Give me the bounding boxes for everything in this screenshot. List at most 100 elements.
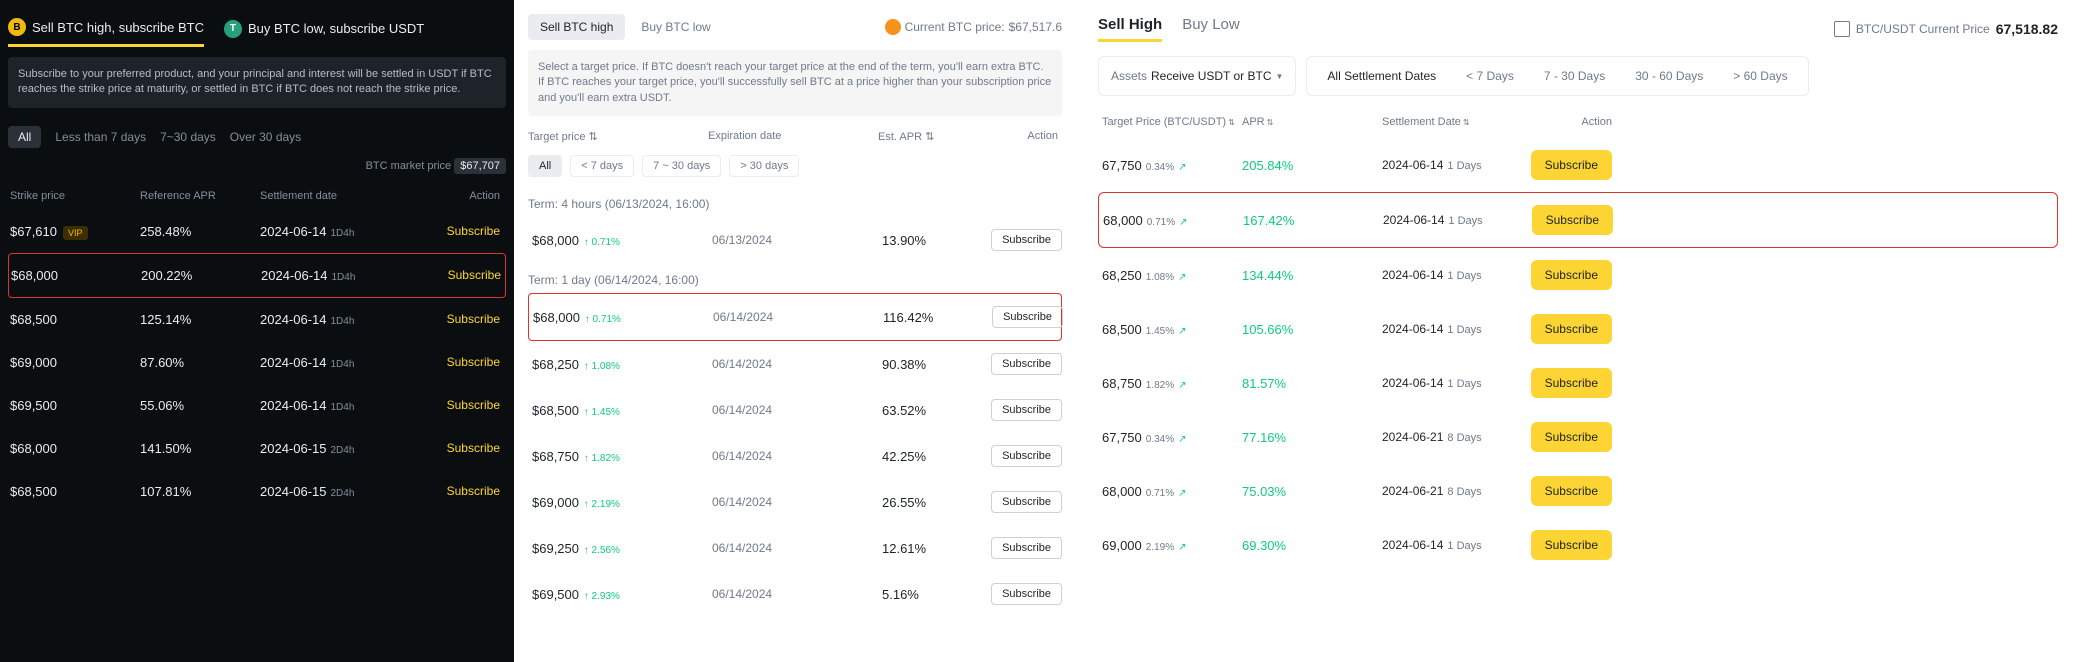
settlement-date: 2024-06-152D4h — [260, 441, 410, 456]
table-row: $68,500 ↑ 1.45% 06/14/2024 63.52% Subscr… — [528, 387, 1062, 433]
subscribe-button[interactable]: Subscribe — [410, 224, 500, 238]
target-price: $68,000 ↑ 0.71% — [533, 310, 713, 325]
days: 1 Days — [1447, 160, 1481, 172]
target-price: $68,500 ↑ 1.45% — [532, 403, 712, 418]
subscribe-button[interactable]: Subscribe — [410, 398, 500, 412]
apr-value: 81.57% — [1242, 376, 1382, 391]
subscribe-button[interactable]: Subscribe — [411, 268, 501, 282]
filter-item[interactable]: < 7 days — [570, 155, 634, 177]
delta: ↑ 0.71% — [582, 314, 621, 325]
apr-value: 69.30% — [1242, 538, 1382, 553]
subscribe-button[interactable]: Subscribe — [1531, 150, 1612, 180]
filter-item[interactable]: 7~30 days — [160, 130, 216, 144]
subscribe-button[interactable]: Subscribe — [1531, 530, 1612, 560]
col-target[interactable]: Target Price (BTC/USDT)⇅ — [1102, 116, 1242, 128]
settlement-filter[interactable]: < 7 Days — [1458, 63, 1522, 89]
col-apr[interactable]: Est. APR ⇅ — [878, 130, 988, 143]
table-row: $68,500 107.81% 2024-06-152D4h Subscribe — [8, 470, 506, 513]
calculator-icon[interactable] — [1834, 21, 1850, 37]
filter-item[interactable]: Over 30 days — [230, 130, 301, 144]
duration: 1D4h — [331, 316, 355, 327]
subscribe-button[interactable]: Subscribe — [410, 355, 500, 369]
subscribe-button[interactable]: Subscribe — [991, 445, 1062, 467]
apr-value: 107.81% — [140, 484, 260, 499]
tab[interactable]: Sell High — [1098, 16, 1162, 42]
mode-tab[interactable]: BSell BTC high, subscribe BTC — [8, 18, 204, 47]
up-arrow-icon: ↗ — [1178, 380, 1186, 391]
price-value: 67,518.82 — [1996, 21, 2058, 37]
up-arrow-icon: ↗ — [1178, 434, 1186, 445]
target-price: 68,0000.71%↗ — [1102, 484, 1242, 499]
settlement-date: 2024-06-141D4h — [260, 398, 410, 413]
days: 1 Days — [1447, 324, 1481, 336]
strike-price: $68,500 — [10, 484, 140, 499]
subscribe-button[interactable]: Subscribe — [991, 399, 1062, 421]
delta: ↑ 2.93% — [581, 591, 620, 602]
col-apr[interactable]: APR⇅ — [1242, 116, 1382, 128]
subscribe-button[interactable]: Subscribe — [991, 353, 1062, 375]
settlement-filter[interactable]: 30 - 60 Days — [1627, 63, 1711, 89]
subscribe-button[interactable]: Subscribe — [1531, 314, 1612, 344]
price-label: Current BTC price: — [905, 20, 1005, 34]
strike-price: $68,000 — [10, 441, 140, 456]
coin-icon: B — [8, 18, 26, 36]
receive-label: Receive USDT or BTC — [1151, 69, 1271, 83]
target-price: $69,250 ↑ 2.56% — [532, 541, 712, 556]
subscribe-button[interactable]: Subscribe — [991, 583, 1062, 605]
strike-price: $69,500 — [10, 398, 140, 413]
top-tab[interactable]: Sell BTC high — [528, 14, 625, 40]
subscribe-button[interactable]: Subscribe — [1532, 205, 1613, 235]
subscribe-button[interactable]: Subscribe — [991, 537, 1062, 559]
table-row: $68,500 125.14% 2024-06-141D4h Subscribe — [8, 298, 506, 341]
filter-item[interactable]: 7 ~ 30 days — [642, 155, 721, 177]
table-header: Target price ⇅ Expiration date Est. APR … — [528, 124, 1062, 149]
delta: ↑ 1.82% — [581, 453, 620, 464]
col-settle[interactable]: Settlement Date⇅ — [1382, 116, 1562, 128]
delta: ↑ 2.19% — [581, 499, 620, 510]
coin-icon: T — [224, 20, 242, 38]
tab[interactable]: Buy Low — [1182, 16, 1240, 42]
table-row: 69,0002.19%↗ 69.30% 2024-06-141 Days Sub… — [1098, 518, 2058, 572]
description-box: Subscribe to your preferred product, and… — [8, 57, 506, 108]
delta: 0.34% — [1146, 162, 1174, 173]
subscribe-button[interactable]: Subscribe — [410, 312, 500, 326]
subscribe-button[interactable]: Subscribe — [1531, 260, 1612, 290]
table-row: $69,500 55.06% 2024-06-141D4h Subscribe — [8, 384, 506, 427]
chevron-down-icon: ▼ — [1276, 72, 1284, 81]
subscribe-button[interactable]: Subscribe — [410, 484, 500, 498]
subscribe-button[interactable]: Subscribe — [991, 229, 1062, 251]
apr-value: 26.55% — [882, 495, 992, 510]
col-action: Action — [410, 190, 500, 202]
target-price: 68,2501.08%↗ — [1102, 268, 1242, 283]
settlement-date: 2024-06-141D4h — [260, 224, 410, 239]
delta: 0.71% — [1147, 217, 1175, 228]
subscribe-button[interactable]: Subscribe — [1531, 476, 1612, 506]
settlement-filter[interactable]: 7 - 30 Days — [1536, 63, 1613, 89]
top-tab[interactable]: Buy BTC low — [629, 14, 722, 40]
filter-item[interactable]: Less than 7 days — [55, 130, 146, 144]
subscribe-button[interactable]: Subscribe — [1531, 422, 1612, 452]
expiration-date: 06/14/2024 — [713, 310, 883, 324]
assets-dropdown[interactable]: Assets Receive USDT or BTC ▼ — [1098, 56, 1296, 96]
table-row: $69,500 ↑ 2.93% 06/14/2024 5.16% Subscri… — [528, 571, 1062, 617]
filter-item[interactable]: > 30 days — [729, 155, 799, 177]
col-action: Action — [1562, 116, 1612, 128]
subscribe-button[interactable]: Subscribe — [410, 441, 500, 455]
target-price: 67,7500.34%↗ — [1102, 430, 1242, 445]
market-price: BTC market price $67,707 — [8, 156, 506, 182]
mode-tab[interactable]: TBuy BTC low, subscribe USDT — [224, 18, 424, 47]
settlement-filter[interactable]: All Settlement Dates — [1319, 63, 1444, 89]
strike-price: $67,610VIP — [10, 224, 140, 239]
col-target[interactable]: Target price ⇅ — [528, 130, 708, 143]
subscribe-button[interactable]: Subscribe — [1531, 368, 1612, 398]
filter-item[interactable]: All — [8, 126, 41, 148]
subscribe-button[interactable]: Subscribe — [992, 306, 1063, 328]
filter-item[interactable]: All — [528, 155, 562, 177]
duration-filters: All Less than 7 days 7~30 days Over 30 days — [8, 118, 506, 156]
delta: ↑ 2.56% — [581, 545, 620, 556]
apr-value: 125.14% — [140, 312, 260, 327]
up-arrow-icon: ↗ — [1178, 326, 1186, 337]
apr-value: 87.60% — [140, 355, 260, 370]
settlement-filter[interactable]: > 60 Days — [1725, 63, 1795, 89]
subscribe-button[interactable]: Subscribe — [991, 491, 1062, 513]
